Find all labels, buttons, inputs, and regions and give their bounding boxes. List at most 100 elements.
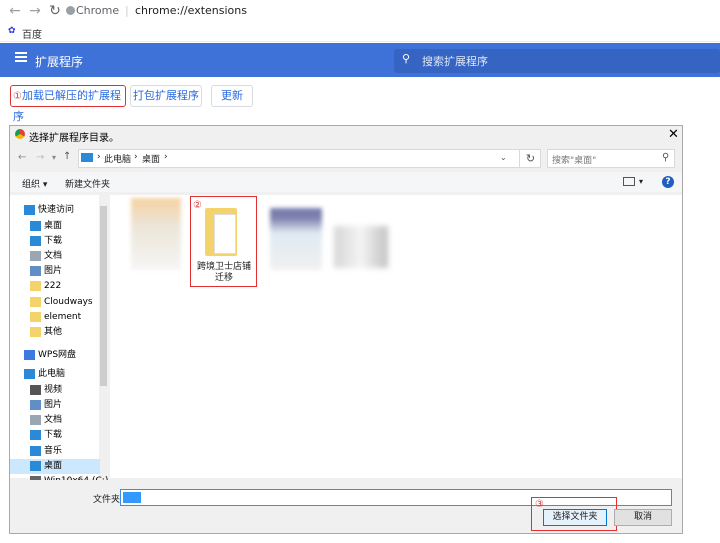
site-info-icon[interactable]	[66, 6, 75, 15]
up-arrow-icon[interactable]: ↑	[63, 151, 71, 162]
tree-item[interactable]: 视频	[10, 383, 100, 398]
tree-item-label: Cloudways	[44, 297, 93, 307]
tree-scrollbar-thumb[interactable]	[100, 206, 107, 386]
download-icon	[30, 430, 41, 440]
tree-item[interactable]: element	[10, 310, 100, 325]
load-unpacked-label: 加载已解压的扩展程序	[13, 89, 121, 123]
blurred-file-icon[interactable]	[334, 226, 388, 268]
tree-item-label: 文档	[44, 415, 63, 425]
address-dropdown-icon[interactable]: ⌄	[500, 153, 507, 162]
tree-item-label: 桌面	[44, 461, 63, 471]
desktop-icon	[30, 221, 41, 231]
folder-icon	[30, 297, 41, 307]
baidu-paw-icon: ✿	[8, 26, 16, 36]
pack-extension-button[interactable]: 打包扩展程序	[130, 85, 202, 107]
blurred-file-icon[interactable]	[270, 208, 322, 270]
select-folder-button[interactable]: 选择文件夹	[543, 509, 607, 526]
view-dropdown-icon[interactable]: ▾	[639, 177, 643, 186]
recent-dropdown-icon[interactable]: ▾	[52, 153, 56, 162]
help-icon[interactable]: ?	[662, 176, 674, 188]
breadcrumb-desktop[interactable]: 桌面	[142, 152, 160, 165]
folder-name: 跨境卫士店铺迁移	[196, 262, 251, 283]
forward-button[interactable]: →	[26, 2, 44, 20]
omnibox-site-label: Chrome	[76, 4, 120, 17]
annotation-marker-1: ①	[13, 91, 22, 102]
tree-item[interactable]: 此电脑	[10, 367, 100, 382]
bookmarks-bar	[0, 22, 720, 42]
tree-item-label: 其他	[44, 327, 63, 337]
close-button[interactable]: ✕	[668, 127, 679, 142]
tree-item-label: 下载	[44, 236, 63, 246]
video-icon	[30, 385, 41, 395]
tree-item-label: 视频	[44, 385, 63, 395]
cloud-icon	[24, 350, 35, 360]
omnibox-url[interactable]: chrome://extensions	[135, 4, 247, 17]
update-button[interactable]: 更新	[211, 85, 253, 107]
folder-icon	[30, 327, 41, 337]
new-folder-button[interactable]: 新建文件夹	[65, 177, 110, 190]
refresh-icon[interactable]: ↻	[519, 150, 541, 167]
tree-item-label: 下载	[44, 430, 63, 440]
tree-item[interactable]: 下载	[10, 428, 100, 443]
reload-button[interactable]: ↻	[46, 2, 64, 20]
tree-item[interactable]: 文档	[10, 413, 100, 428]
tree-item[interactable]: 图片	[10, 398, 100, 413]
document-icon	[30, 251, 41, 261]
tree-item[interactable]: 桌面	[10, 459, 100, 474]
tree-item[interactable]: WPS网盘	[10, 348, 100, 363]
desktop-icon	[30, 461, 41, 471]
tree-item-label: 图片	[44, 400, 63, 410]
chrome-icon	[15, 129, 25, 139]
breadcrumb-sep: ›	[97, 152, 101, 162]
tree-item[interactable]: 音乐	[10, 444, 100, 459]
view-options-icon[interactable]	[623, 177, 635, 186]
load-unpacked-button[interactable]: ①加载已解压的扩展程序	[10, 85, 126, 123]
pc-icon	[24, 369, 35, 379]
breadcrumb-this-pc[interactable]: 此电脑	[104, 152, 131, 165]
tree-item[interactable]: 其他	[10, 325, 100, 340]
omnibox-divider: |	[125, 4, 129, 17]
pc-icon	[81, 153, 93, 162]
tree-item[interactable]: 桌面	[10, 219, 100, 234]
tree-item-label: 此电脑	[38, 369, 66, 379]
blurred-file-icon[interactable]	[131, 198, 181, 270]
music-icon	[30, 446, 41, 456]
forward-arrow-icon[interactable]: →	[36, 152, 44, 163]
tree-item[interactable]: 222	[10, 279, 100, 294]
back-arrow-icon[interactable]: ←	[18, 152, 26, 163]
page-title: 扩展程序	[35, 55, 84, 69]
breadcrumb-sep: ›	[164, 152, 168, 162]
tree-item[interactable]: 快速访问	[10, 203, 100, 218]
document-icon	[30, 415, 41, 425]
breadcrumb-sep: ›	[134, 152, 138, 162]
cancel-button[interactable]: 取消	[614, 509, 672, 526]
tree-item[interactable]: 文档	[10, 249, 100, 264]
tree-item-label: WPS网盘	[38, 350, 77, 360]
star-icon	[24, 205, 35, 215]
back-button[interactable]: ←	[6, 2, 24, 20]
tree-item-label: 文档	[44, 251, 63, 261]
tree-item[interactable]: 图片	[10, 264, 100, 279]
dialog-title: 选择扩展程序目录。	[29, 133, 119, 144]
picture-icon	[30, 266, 41, 276]
folder-input-selection	[123, 492, 141, 503]
tree-item-label: 音乐	[44, 446, 63, 456]
tree-item-label: 图片	[44, 266, 63, 276]
download-icon	[30, 236, 41, 246]
tree-item-label: element	[44, 312, 82, 322]
menu-icon[interactable]	[15, 52, 27, 62]
tree-list: 快速访问 桌面 下载 文档 图片 222 Cloudways element 其他 WPS网盘 此电…	[10, 203, 108, 486]
folder-icon	[30, 281, 41, 291]
search-icon: ⚲	[662, 152, 670, 163]
tree-item-label: 222	[44, 281, 62, 291]
tree-item[interactable]: 下载	[10, 234, 100, 249]
dialog-search-placeholder: 搜索"桌面"	[552, 156, 597, 166]
folder-icon	[30, 312, 41, 322]
organize-menu[interactable]: 组织 ▾	[22, 177, 47, 190]
search-icon: ⚲	[402, 52, 411, 65]
picture-icon	[30, 400, 41, 410]
tree-item[interactable]: Cloudways	[10, 295, 100, 310]
search-placeholder: 搜索扩展程序	[422, 55, 488, 68]
tree-item-label: 快速访问	[38, 205, 75, 215]
bookmark-baidu[interactable]: 百度	[22, 26, 42, 41]
